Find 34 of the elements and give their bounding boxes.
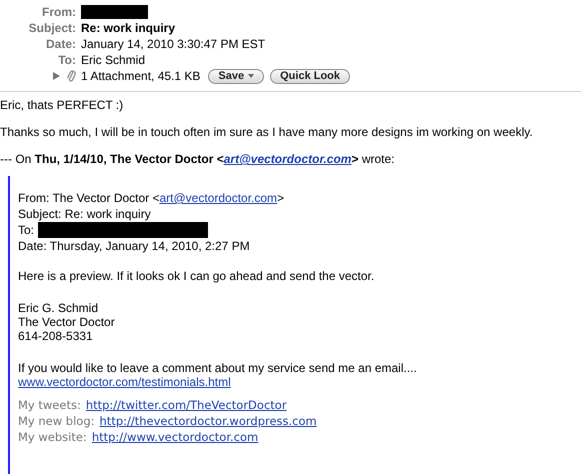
signature-line: The Vector Doctor xyxy=(18,315,116,329)
url-link[interactable]: http://www.vectordoctor.com xyxy=(92,430,258,444)
comment-text: If you would like to leave a comment about my service send me an email.... xyxy=(18,361,418,375)
email-link[interactable]: art@vectordoctor.com xyxy=(224,152,352,166)
field-value: Eric Schmid xyxy=(81,53,146,67)
field-label: From: xyxy=(41,5,77,19)
link-label: My new blog: xyxy=(18,414,95,428)
field-value: Re: work inquiry xyxy=(81,21,176,35)
field-label: To: xyxy=(57,53,77,67)
link-label: My tweets: xyxy=(18,398,81,412)
email-link[interactable]: art@vectordoctor.com xyxy=(160,191,278,205)
quoted-subject: Subject: Re: work inquiry xyxy=(18,206,152,222)
quick-look-button[interactable]: Quick Look xyxy=(270,68,350,84)
link-label: My website: xyxy=(18,430,87,444)
signature-line: 614-208-5331 xyxy=(18,329,94,343)
field-label: Subject: xyxy=(28,21,77,35)
save-button[interactable]: Save xyxy=(208,68,264,84)
url-link[interactable]: http://thevectordoctor.wordpress.com xyxy=(100,414,317,428)
paperclip-icon xyxy=(66,69,76,83)
message-text: Eric, thats PERFECT :) xyxy=(0,98,124,113)
quoted-to: To: xyxy=(18,222,34,238)
redaction-bar xyxy=(81,5,148,19)
quoted-message: Here is a preview. If it looks ok I can go ahead and send the vector. xyxy=(18,268,376,284)
url-link[interactable]: http://twitter.com/TheVectorDoctor xyxy=(86,398,287,412)
field-value: January 14, 2010 3:30:47 PM EST xyxy=(81,37,266,51)
quoted-from: From: The Vector Doctor <art@vectordoctor.com> xyxy=(18,190,286,206)
disclosure-triangle-icon[interactable] xyxy=(53,72,60,80)
attachment-summary: 1 Attachment, 45.1 KB xyxy=(81,69,200,83)
signature-line: Eric G. Schmid xyxy=(18,301,100,315)
quoted-date: Date: Thursday, January 14, 2010, 2:27 PM xyxy=(18,238,251,254)
testimonials-link[interactable]: www.vectordoctor.com/testimonials.html xyxy=(18,375,231,390)
field-label: Date: xyxy=(44,37,77,51)
quote-intro: --- On Thu, 1/14/10, The Vector Doctor <art@vectordoctor.com> wrote: xyxy=(0,152,396,167)
message-text: Thanks so much, I will be in touch often im sure as I have many more designs im working on weekly. xyxy=(0,125,534,140)
